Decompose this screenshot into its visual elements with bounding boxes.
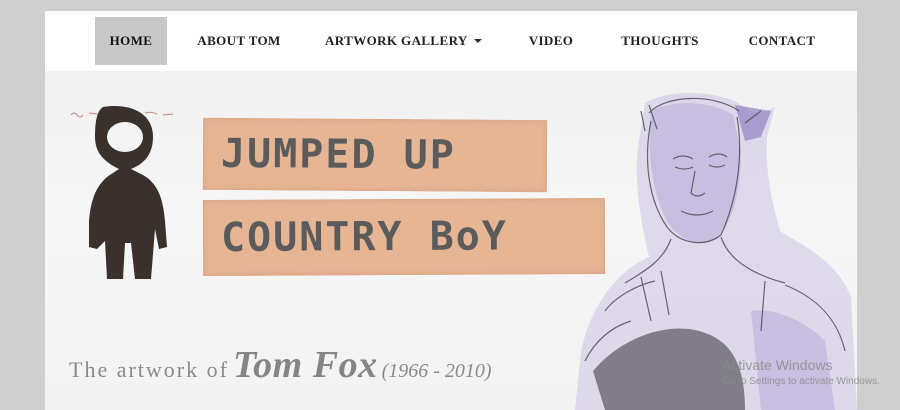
- main-nav: HOME ABOUT TOM ARTWORK GALLERY VIDEO THO…: [45, 11, 857, 71]
- nav-artwork-gallery-label: ARTWORK GALLERY: [325, 33, 468, 48]
- hero-title-line2: COUNTRY BoY: [220, 213, 509, 261]
- page: HOME ABOUT TOM ARTWORK GALLERY VIDEO THO…: [45, 11, 857, 410]
- nav-thoughts-label: THOUGHTS: [621, 33, 699, 48]
- hero-tagline: The artwork of Tom Fox (1966 - 2010): [69, 343, 492, 387]
- nav-artwork-gallery[interactable]: ARTWORK GALLERY: [325, 17, 482, 65]
- activate-windows-title: Activate Windows: [722, 357, 833, 373]
- nav-about-tom[interactable]: ABOUT TOM: [193, 17, 285, 65]
- tagline-years: (1966 - 2010): [381, 360, 492, 382]
- nav-video-label: VIDEO: [528, 33, 574, 48]
- nav-home[interactable]: HOME: [95, 17, 167, 65]
- tagline-lead: The artwork of: [69, 357, 229, 382]
- hero-title-line1: JUMPED UP: [220, 130, 456, 179]
- nav-video[interactable]: VIDEO: [521, 17, 581, 65]
- activate-windows-subtitle: Go to Settings to activate Windows.: [722, 376, 880, 387]
- nav-contact[interactable]: CONTACT: [743, 17, 821, 65]
- nav-home-label: HOME: [109, 33, 153, 48]
- title-tape-1: JUMPED UP: [202, 117, 548, 193]
- nav-contact-label: CONTACT: [748, 33, 816, 48]
- nav-about-tom-label: ABOUT TOM: [197, 33, 281, 48]
- nav-thoughts[interactable]: THOUGHTS: [615, 17, 705, 65]
- title-tape-2: COUNTRY BoY: [202, 197, 606, 277]
- tagline-artist-name: Tom Fox: [232, 344, 378, 386]
- caret-down-icon: [473, 39, 482, 44]
- figure-face-hole: [107, 122, 143, 152]
